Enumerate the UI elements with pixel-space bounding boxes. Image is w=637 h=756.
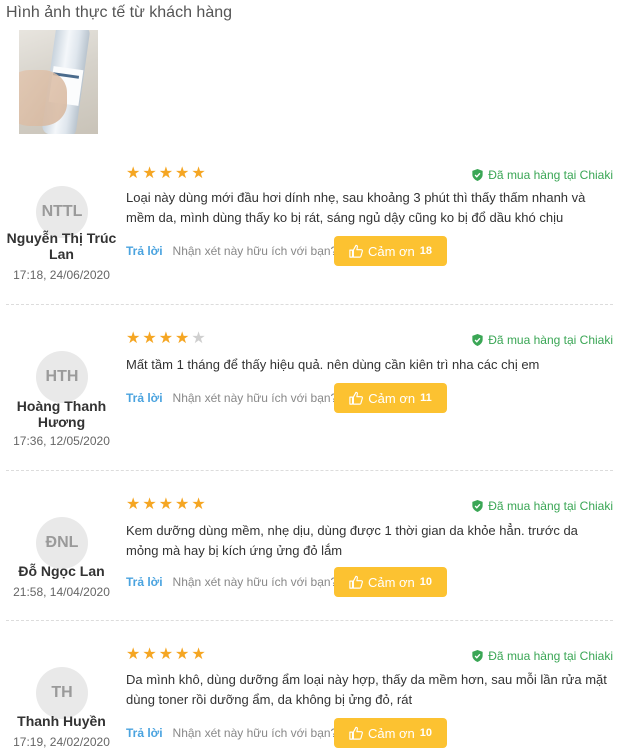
thanks-count: 11 <box>420 392 432 404</box>
verified-purchase-badge: Đã mua hàng tại Chiaki <box>472 499 613 513</box>
reply-link[interactable]: Trả lời <box>126 244 163 258</box>
star-filled-icon: ★ <box>191 165 206 182</box>
review-date: 21:58, 14/04/2020 <box>13 585 110 599</box>
reviewer-name: Đỗ Ngọc Lan <box>18 563 105 579</box>
thanks-label: Cảm ơn <box>367 243 415 259</box>
thumbs-up-icon <box>349 244 363 258</box>
helpful-question: Nhận xét này hữu ích với bạn? <box>172 575 338 589</box>
thanks-count: 10 <box>419 727 433 739</box>
review-actions: Trả lời Nhận xét này hữu ích với bạn? Cả… <box>126 383 447 413</box>
review-actions: Trả lời Nhận xét này hữu ích với bạn? Cả… <box>126 567 447 597</box>
thanks-label: Cảm ơn <box>367 725 415 741</box>
shield-check-icon <box>472 334 483 346</box>
thanks-count: 18 <box>419 245 433 257</box>
rating-stars: ★ ★ ★ ★ ★ <box>126 647 206 663</box>
shield-check-icon <box>472 500 483 512</box>
review-comment: Da mình khô, dùng dưỡng ẩm loại này hợp,… <box>126 672 607 707</box>
star-filled-icon: ★ <box>142 330 157 347</box>
star-filled-icon: ★ <box>126 165 141 182</box>
star-filled-icon: ★ <box>126 496 141 513</box>
star-filled-icon: ★ <box>126 330 141 347</box>
rating-stars: ★ ★ ★ ★ ★ <box>126 497 206 513</box>
review-comment: Mất tầm 1 tháng để thấy hiệu quả. nên dù… <box>126 357 540 372</box>
star-filled-icon: ★ <box>142 165 157 182</box>
review-divider <box>6 304 613 305</box>
verified-purchase-badge: Đã mua hàng tại Chiaki <box>472 649 613 663</box>
star-filled-icon: ★ <box>142 496 157 513</box>
review-date: 17:19, 24/02/2020 <box>13 735 110 749</box>
reviewer-avatar: ĐNL <box>36 517 88 569</box>
star-filled-icon: ★ <box>158 165 174 182</box>
star-filled-icon: ★ <box>191 496 206 513</box>
star-filled-icon: ★ <box>175 165 190 182</box>
reviewer-name: Nguyễn Thị Trúc Lan <box>6 230 117 262</box>
customer-photo-thumbnail[interactable] <box>19 30 98 134</box>
review-item: TH Thanh Huyền 17:19, 24/02/2020 ★ ★ ★ ★ ★ Đ… <box>6 647 613 756</box>
review-actions: Trả lời Nhận xét này hữu ích với bạn? Cả… <box>126 718 447 748</box>
thanks-count: 10 <box>419 576 433 588</box>
star-empty-icon: ★ <box>191 330 206 347</box>
star-filled-icon: ★ <box>158 330 174 347</box>
thanks-button[interactable]: Cảm ơn 10 <box>334 718 447 748</box>
verified-label: Đã mua hàng tại Chiaki <box>488 499 613 513</box>
thanks-label: Cảm ơn <box>367 574 415 590</box>
star-filled-icon: ★ <box>175 496 190 513</box>
reviewer-avatar: TH <box>36 667 88 719</box>
rating-stars: ★ ★ ★ ★ ★ <box>126 166 206 182</box>
verified-label: Đã mua hàng tại Chiaki <box>488 333 613 347</box>
reviewer-name: Hoàng Thanh Hương <box>16 398 107 430</box>
shield-check-icon <box>472 650 483 662</box>
thanks-label: Cảm ơn <box>368 390 416 406</box>
review-actions: Trả lời Nhận xét này hữu ích với bạn? Cả… <box>126 236 447 266</box>
thumbs-up-icon <box>349 726 363 740</box>
star-filled-icon: ★ <box>158 646 174 663</box>
review-divider <box>6 620 613 621</box>
verified-label: Đã mua hàng tại Chiaki <box>488 168 613 182</box>
verified-purchase-badge: Đã mua hàng tại Chiaki <box>472 333 613 347</box>
star-filled-icon: ★ <box>175 330 190 347</box>
review-item: NTTL Nguyễn Thị Trúc Lan 17:18, 24/06/20… <box>6 166 613 305</box>
thanks-button[interactable]: Cảm ơn 10 <box>334 567 447 597</box>
helpful-question: Nhận xét này hữu ích với bạn? <box>172 244 338 258</box>
thumbs-up-icon <box>349 575 363 589</box>
helpful-question: Nhận xét này hữu ích với bạn? <box>172 726 338 740</box>
section-title: Hình ảnh thực tế từ khách hàng <box>6 4 233 21</box>
reviewer-avatar: HTH <box>36 351 88 403</box>
thanks-button[interactable]: Cảm ơn 11 <box>334 383 447 413</box>
star-filled-icon: ★ <box>142 646 157 663</box>
star-filled-icon: ★ <box>126 646 141 663</box>
review-comment: Loại này dùng mới đầu hơi dính nhẹ, sau … <box>126 190 586 225</box>
star-filled-icon: ★ <box>175 646 190 663</box>
star-filled-icon: ★ <box>158 496 174 513</box>
review-date: 17:18, 24/06/2020 <box>13 268 110 282</box>
shield-check-icon <box>472 169 483 181</box>
review-divider <box>6 470 613 471</box>
reply-link[interactable]: Trả lời <box>126 391 163 405</box>
thumbs-up-icon <box>349 391 364 405</box>
review-item: ĐNL Đỗ Ngọc Lan 21:58, 14/04/2020 ★ ★ ★ ★ ★ … <box>6 497 613 621</box>
review-item: HTH Hoàng Thanh Hương 17:36, 12/05/2020 … <box>6 331 613 471</box>
verified-purchase-badge: Đã mua hàng tại Chiaki <box>472 168 613 182</box>
reply-link[interactable]: Trả lời <box>126 575 163 589</box>
reply-link[interactable]: Trả lời <box>126 726 163 740</box>
thanks-button[interactable]: Cảm ơn 18 <box>334 236 447 266</box>
review-date: 17:36, 12/05/2020 <box>13 434 110 448</box>
star-filled-icon: ★ <box>191 646 206 663</box>
verified-label: Đã mua hàng tại Chiaki <box>488 649 613 663</box>
review-comment: Kem dưỡng dùng mềm, nhẹ dịu, dùng được 1… <box>126 523 578 558</box>
rating-stars: ★ ★ ★ ★ ★ <box>126 331 206 347</box>
reviewer-name: Thanh Huyền <box>17 713 106 729</box>
helpful-question: Nhận xét này hữu ích với bạn? <box>172 391 338 405</box>
